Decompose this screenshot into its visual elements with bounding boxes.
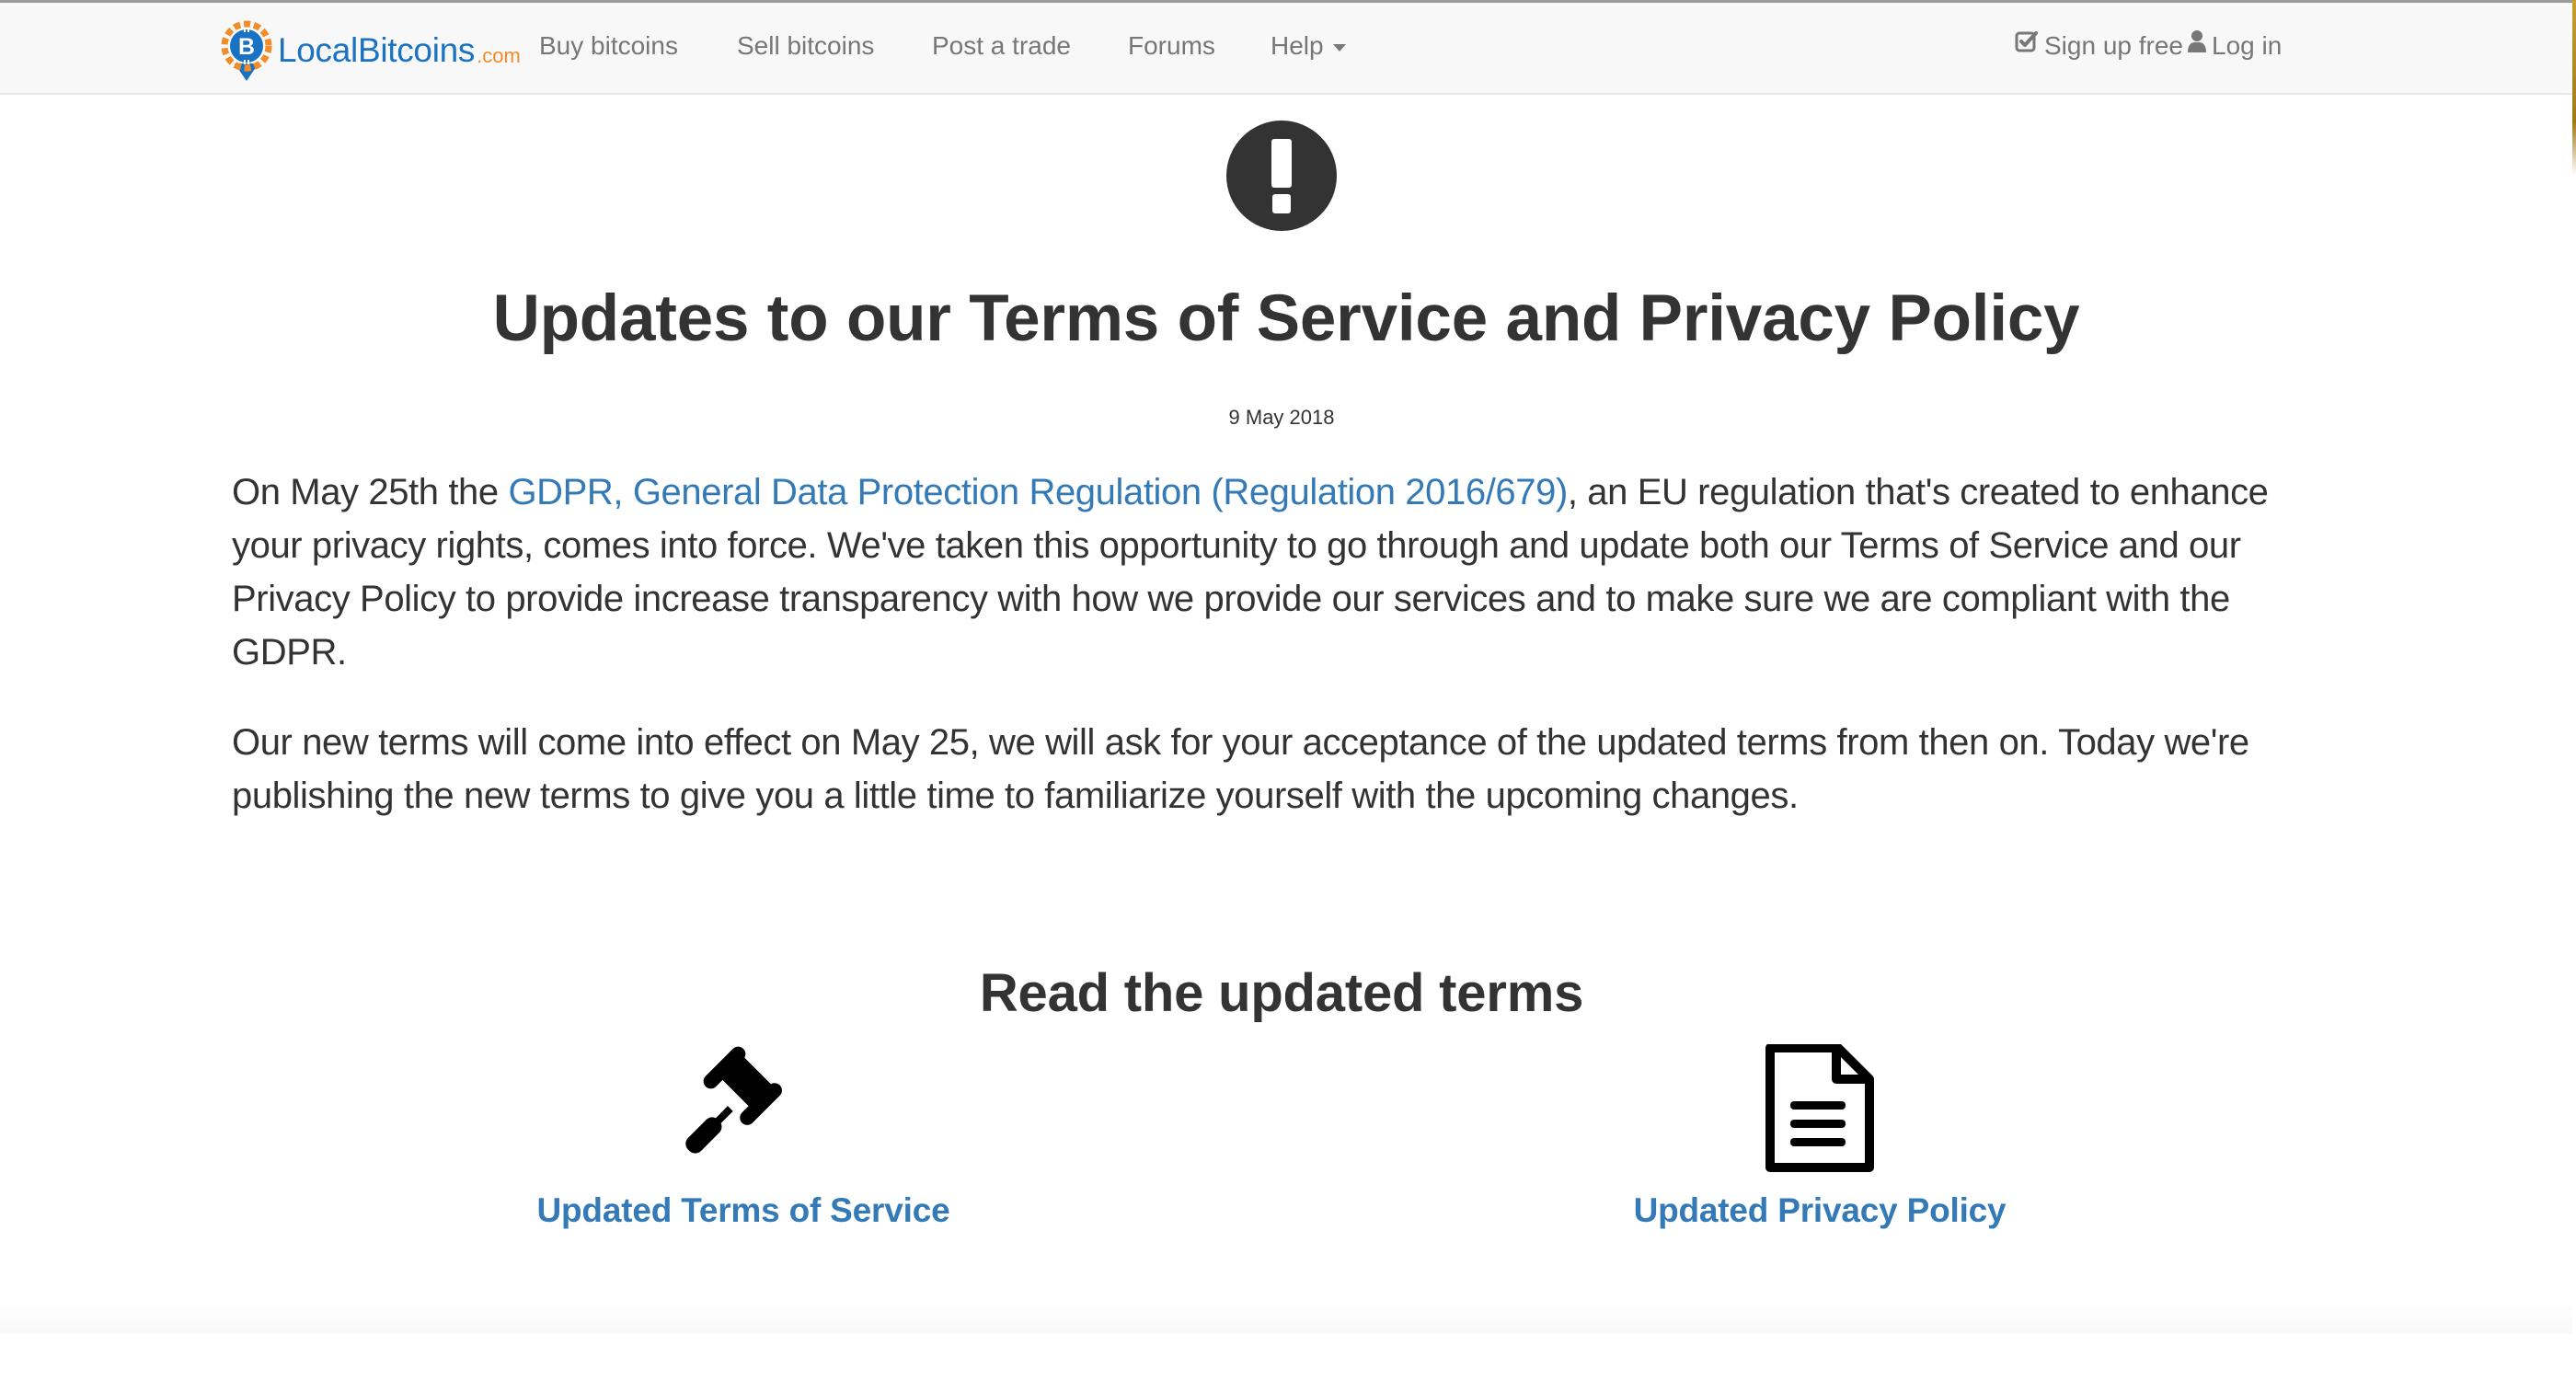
nav-label: Forums [1128,31,1215,60]
nav-sell-bitcoins[interactable]: Sell bitcoins [737,0,874,92]
nav-log-in[interactable]: Log in [2188,0,2282,92]
brand-suffix: .com [477,44,521,67]
user-icon [2188,0,2206,91]
caret-down-icon [1332,43,1346,52]
gdpr-link[interactable]: GDPR, General Data Protection Regulation… [508,472,1568,512]
navbar: B LocalBitcoins .com Buy bitcoins Sell b… [0,3,2572,95]
brand-logo-link[interactable]: B LocalBitcoins .com [221,20,521,85]
desktop-background-strip [2572,0,2576,175]
nav-buy-bitcoins[interactable]: Buy bitcoins [539,0,678,92]
paragraph-text: On May 25th the [232,472,509,512]
privacy-policy-link[interactable]: Updated Privacy Policy [1634,1191,2007,1230]
nav-label: Post a trade [932,31,1071,60]
page-bottom-shade [0,1306,2572,1334]
nav-label: Sell bitcoins [737,31,875,60]
privacy-policy-card: Updated Privacy Policy [1452,1044,2188,1230]
nav-label: Log in [2212,31,2283,60]
terms-of-service-link[interactable]: Updated Terms of Service [537,1191,950,1230]
nav-label: Buy bitcoins [539,31,678,60]
exclamation-circle-icon [1226,121,1337,231]
nav-sign-up-free[interactable]: Sign up free [2015,0,2183,92]
gavel-icon [685,1046,782,1154]
check-square-icon [2015,0,2039,91]
file-text-icon [1765,1044,1874,1172]
terms-of-service-icon-link[interactable] [375,1044,1111,1173]
page-title: Updates to our Terms of Service and Priv… [492,282,2080,355]
svg-text:B: B [238,34,255,60]
nav-label: Help [1271,31,1324,60]
terms-of-service-card: Updated Terms of Service [375,1044,1111,1230]
nav-post-a-trade[interactable]: Post a trade [932,0,1071,92]
privacy-policy-icon-link[interactable] [1452,1044,2188,1173]
nav-label: Sign up free [2044,31,2183,60]
brand-name: LocalBitcoins [278,31,476,69]
effective-date-paragraph: Our new terms will come into effect on M… [232,722,2249,816]
nav-help-dropdown[interactable]: Help [1271,0,1346,92]
section-title: Read the updated terms [979,963,1584,1023]
nav-forums[interactable]: Forums [1128,0,1215,92]
intro-paragraph: On May 25th the GDPR, General Data Prote… [232,466,2348,679]
localbitcoins-logo-icon: B [221,20,272,85]
publish-date: 9 May 2018 [1228,406,1335,429]
